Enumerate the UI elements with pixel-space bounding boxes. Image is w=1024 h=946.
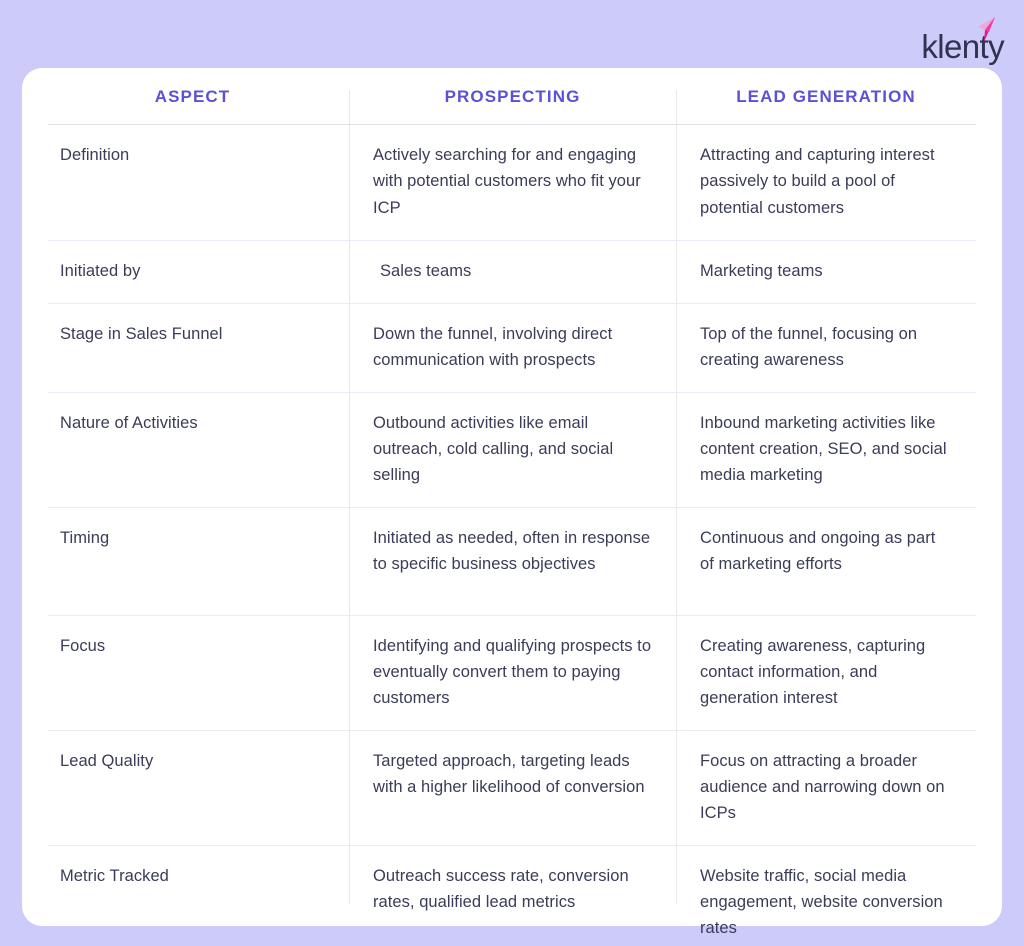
cell-aspect: Initiated by (48, 241, 349, 303)
cell-aspect: Definition (48, 125, 349, 239)
cell-aspect: Nature of Activities (48, 393, 349, 507)
brand-logo: klenty (921, 17, 1005, 65)
aspect-label: Definition (60, 146, 130, 165)
lead-generation-text: Continuous and ongoing as part of market… (700, 528, 936, 574)
table-row: Initiated by Sales teams Marketing teams (48, 241, 976, 304)
table-row: Timing Initiated as needed, often in res… (48, 508, 976, 616)
column-header-prospecting: PROSPECTING (349, 68, 676, 124)
lead-generation-text: Attracting and capturing interest passiv… (700, 146, 935, 217)
cell-prospecting: Outbound activities like email outreach,… (349, 393, 676, 507)
cell-lead-generation: Inbound marketing activities like conten… (676, 393, 976, 507)
cell-prospecting: Sales teams (349, 241, 676, 303)
cell-lead-generation: Attracting and capturing interest passiv… (676, 125, 976, 239)
cell-prospecting: Targeted approach, targeting leads with … (349, 731, 676, 845)
table-header-row: ASPECT PROSPECTING LEAD GENERATION (48, 68, 976, 126)
cell-aspect: Lead Quality (48, 731, 349, 845)
prospecting-text: Outreach success rate, conversion rates,… (373, 867, 629, 912)
cell-prospecting: Initiated as needed, often in response t… (349, 508, 676, 615)
prospecting-text: Identifying and qualifying prospects to … (373, 636, 652, 708)
brand-wordmark: klenty (921, 28, 1004, 65)
cell-lead-generation: Creating awareness, capturing contact in… (676, 616, 976, 730)
comparison-table-card: ASPECT PROSPECTING LEAD GENERATION Defin… (22, 68, 1002, 937)
column-header-label: ASPECT (154, 87, 231, 106)
prospecting-text: Sales teams (380, 261, 472, 280)
cell-prospecting: Identifying and qualifying prospects to … (349, 616, 676, 730)
table-row: Lead Quality Targeted approach, targetin… (48, 731, 976, 847)
column-header-lead-generation: LEAD GENERATION (676, 68, 976, 124)
lead-generation-text: Marketing teams (700, 261, 823, 280)
table-row: Definition Actively searching for and en… (48, 125, 976, 241)
table-row: Nature of Activities Outbound activities… (48, 393, 976, 508)
lead-generation-text: Website traffic, social media engagement… (700, 867, 943, 938)
cell-lead-generation: Top of the funnel, focusing on creating … (676, 304, 976, 392)
cell-aspect: Metric Tracked (48, 846, 349, 946)
aspect-label: Focus (60, 636, 106, 655)
aspect-label: Initiated by (60, 261, 141, 280)
prospecting-text: Targeted approach, targeting leads with … (373, 752, 645, 797)
column-header-label: PROSPECTING (444, 87, 581, 106)
prospecting-text: Actively searching for and engaging with… (373, 146, 641, 217)
table-row: Stage in Sales Funnel Down the funnel, i… (48, 304, 976, 393)
lead-generation-text: Focus on attracting a broader audience a… (700, 752, 945, 823)
lead-generation-text: Top of the funnel, focusing on creating … (700, 324, 918, 369)
cell-aspect: Timing (48, 508, 349, 615)
aspect-label: Stage in Sales Funnel (60, 324, 223, 343)
lead-generation-text: Inbound marketing activities like conten… (700, 413, 947, 484)
cell-prospecting: Outreach success rate, conversion rates,… (349, 846, 676, 946)
cell-lead-generation: Website traffic, social media engagement… (676, 846, 976, 946)
cell-aspect: Focus (48, 616, 349, 730)
cell-prospecting: Actively searching for and engaging with… (349, 125, 676, 239)
aspect-label: Metric Tracked (60, 867, 169, 886)
column-header-label: LEAD GENERATION (736, 87, 916, 106)
cell-lead-generation: Focus on attracting a broader audience a… (676, 731, 976, 845)
prospecting-text: Down the funnel, involving direct commun… (373, 324, 613, 369)
cell-lead-generation: Marketing teams (676, 241, 976, 303)
prospecting-text: Outbound activities like email outreach,… (373, 413, 614, 484)
aspect-label: Lead Quality (60, 752, 154, 771)
cell-aspect: Stage in Sales Funnel (48, 304, 349, 392)
prospecting-text: Initiated as needed, often in response t… (373, 528, 651, 574)
table-row: Focus Identifying and qualifying prospec… (48, 616, 976, 732)
aspect-label: Timing (60, 528, 110, 547)
table-row: Metric Tracked Outreach success rate, co… (48, 846, 976, 946)
lead-generation-text: Creating awareness, capturing contact in… (700, 636, 926, 708)
column-header-aspect: ASPECT (48, 68, 349, 124)
cell-lead-generation: Continuous and ongoing as part of market… (676, 508, 976, 615)
comparison-table: ASPECT PROSPECTING LEAD GENERATION Defin… (22, 68, 1002, 937)
cell-prospecting: Down the funnel, involving direct commun… (349, 304, 676, 392)
aspect-label: Nature of Activities (60, 413, 198, 432)
